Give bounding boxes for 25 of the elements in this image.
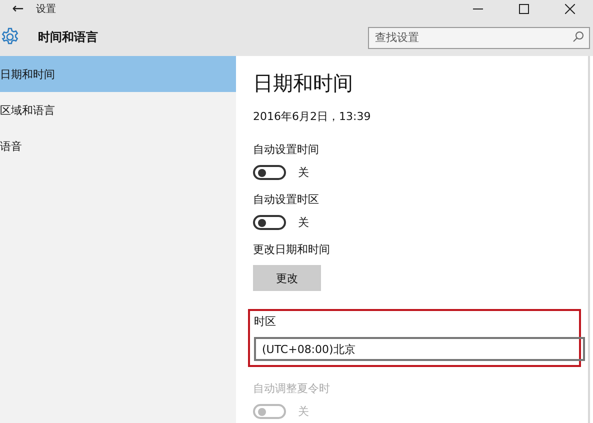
search-icon [573, 31, 584, 42]
sidebar-item[interactable]: 语音 [0, 128, 236, 164]
toggle-state: 关 [298, 215, 309, 230]
maximize-icon[interactable] [519, 4, 529, 14]
timezone-dropdown[interactable]: (UTC+08:00)北京 [254, 337, 585, 361]
setting-label: 自动设置时区 [253, 192, 320, 207]
page-title: 时间和语言 [37, 28, 99, 46]
current-date-time: 2016年6月2日，13:39 [253, 109, 372, 124]
setting-label: 自动设置时间 [253, 142, 320, 157]
close-icon[interactable] [565, 4, 575, 14]
sidebar-item[interactable]: 日期和时间 [0, 56, 236, 92]
search-field[interactable]: 查找设置 [368, 26, 590, 48]
back-button[interactable]: ← [0, 1, 36, 17]
setting-label: 自动调整夏令时 [253, 381, 331, 396]
window-title: 设置 [36, 2, 57, 16]
toggle-switch[interactable] [253, 215, 286, 230]
sidebar-item[interactable]: 区域和语言 [0, 92, 236, 128]
section-heading: 日期和时间 [253, 70, 354, 97]
change-button[interactable]: 更改 [253, 265, 321, 291]
setting-label: 时区 [254, 314, 277, 329]
toggle-switch[interactable] [253, 165, 286, 180]
toggle-state: 关 [298, 404, 309, 419]
toggle-state: 关 [298, 165, 309, 180]
setting-label: 更改日期和时间 [253, 242, 331, 257]
gear-icon [0, 27, 20, 47]
